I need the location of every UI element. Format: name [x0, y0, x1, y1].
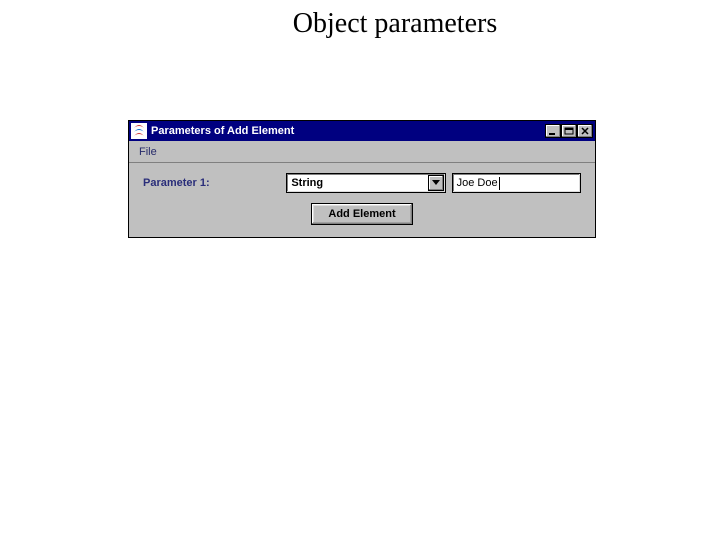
window-title: Parameters of Add Element [151, 125, 545, 137]
dialog-content: Parameter 1: String Joe Doe Add Element [129, 163, 595, 237]
text-cursor [499, 177, 500, 190]
parameter-1-label: Parameter 1: [143, 177, 280, 189]
parameter-type-combobox[interactable]: String [286, 173, 445, 193]
maximize-button[interactable] [561, 124, 577, 138]
chevron-down-icon[interactable] [428, 175, 444, 191]
parameter-row: Parameter 1: String Joe Doe [143, 173, 581, 193]
page-heading: Object parameters [70, 8, 720, 40]
menu-file[interactable]: File [133, 144, 163, 160]
parameter-type-value: String [291, 177, 323, 189]
minimize-button[interactable] [545, 124, 561, 138]
close-button[interactable] [577, 124, 593, 138]
add-element-button[interactable]: Add Element [311, 203, 412, 225]
window-controls [545, 124, 595, 138]
menu-bar: File [129, 141, 595, 163]
title-bar: Parameters of Add Element [129, 121, 595, 141]
parameter-value-text: Joe Doe [457, 177, 498, 189]
dialog-window: Parameters of Add Element File Parameter… [128, 120, 596, 238]
parameter-value-input[interactable]: Joe Doe [452, 173, 581, 193]
app-icon [131, 123, 147, 139]
button-row: Add Element [143, 203, 581, 225]
